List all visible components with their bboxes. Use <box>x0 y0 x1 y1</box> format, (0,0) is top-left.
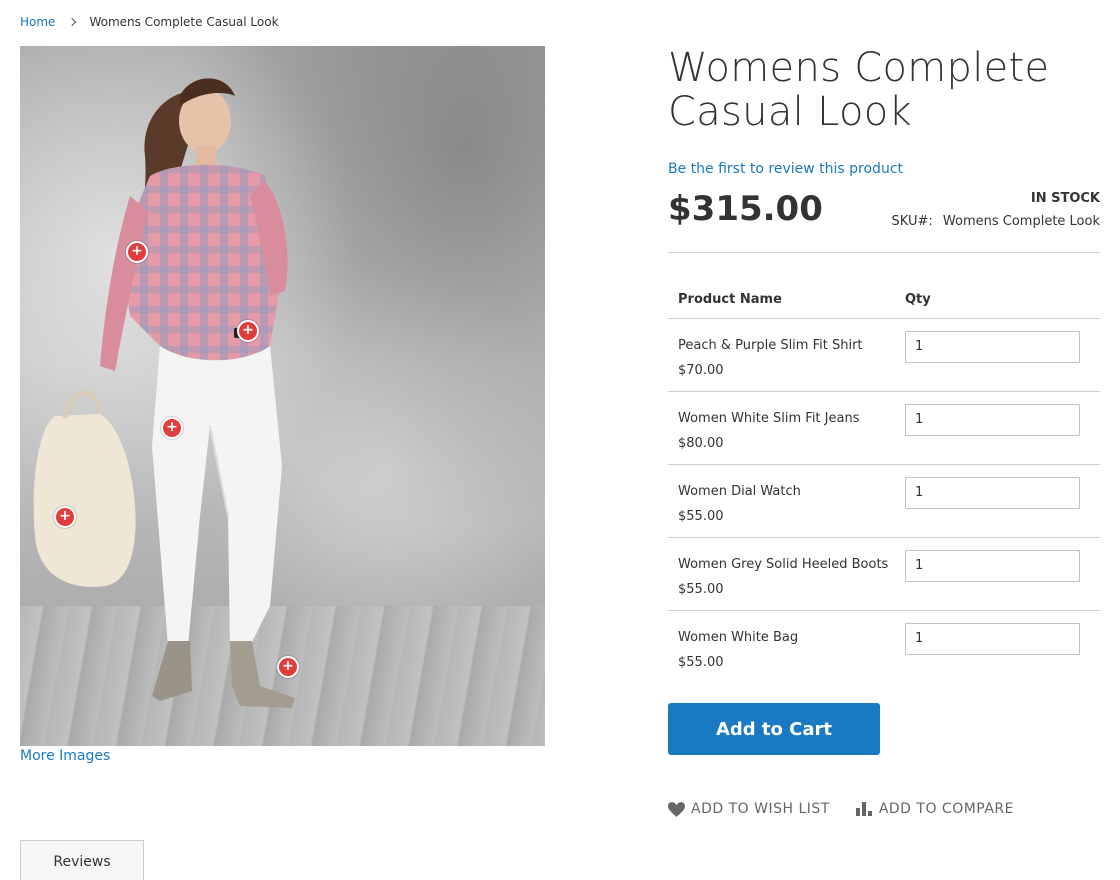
table-row: Women White Bag $55.00 <box>668 610 1100 683</box>
add-to-wishlist-link[interactable]: ADD TO WISH LIST <box>668 801 830 817</box>
qty-input[interactable] <box>905 476 1080 509</box>
hotspot-watch[interactable]: + <box>237 320 259 342</box>
product-social-actions: ADD TO WISH LIST ADD TO COMPARE <box>668 801 1014 817</box>
item-price: $55.00 <box>678 508 724 524</box>
sku-label: SKU#: <box>891 214 933 229</box>
hotspot-jeans[interactable]: + <box>161 417 183 439</box>
item-price: $55.00 <box>678 654 724 670</box>
product-title: Womens Complete Casual Look <box>668 45 1050 135</box>
qty-input[interactable] <box>905 403 1080 436</box>
hotspot-bag[interactable]: + <box>54 506 76 528</box>
breadcrumb-current: Womens Complete Casual Look <box>89 15 279 29</box>
product-image[interactable]: + + + + + <box>20 46 545 746</box>
tab-reviews[interactable]: Reviews <box>20 840 144 880</box>
item-name: Peach & Purple Slim Fit Shirt <box>678 337 863 353</box>
col-qty: Qty <box>905 281 1100 319</box>
heart-icon <box>668 801 685 817</box>
wishlist-label: ADD TO WISH LIST <box>691 801 830 817</box>
sku-value: Womens Complete Look <box>942 214 1100 229</box>
compare-label: ADD TO COMPARE <box>878 801 1014 817</box>
review-link[interactable]: Be the first to review this product <box>668 159 1100 179</box>
qty-input[interactable] <box>905 622 1080 655</box>
price-row: $315.00 IN STOCK SKU#: Womens Complete L… <box>668 189 1100 253</box>
item-name: Women Dial Watch <box>678 483 801 499</box>
table-row: Women Grey Solid Heeled Boots $55.00 <box>668 537 1100 611</box>
item-name: Women Grey Solid Heeled Boots <box>678 556 889 572</box>
sku: SKU#: Womens Complete Look <box>892 214 1100 230</box>
hotspot-shirt[interactable]: + <box>126 241 148 263</box>
col-product-name: Product Name <box>668 281 905 319</box>
chevron-right-icon <box>68 17 77 27</box>
product-info: Womens Complete Casual Look Be the first… <box>668 45 1100 817</box>
item-name: Women White Bag <box>678 629 799 645</box>
add-to-compare-link[interactable]: ADD TO COMPARE <box>855 801 1014 817</box>
item-name: Women White Slim Fit Jeans <box>678 410 860 426</box>
more-images-link[interactable]: More Images <box>20 746 110 766</box>
table-row: Women White Slim Fit Jeans $80.00 <box>668 391 1100 465</box>
add-to-cart-button[interactable]: Add to Cart <box>668 703 880 755</box>
bar-chart-icon <box>855 802 872 816</box>
qty-input[interactable] <box>905 549 1080 582</box>
breadcrumb-home-link[interactable]: Home <box>20 15 55 29</box>
breadcrumb: Home Womens Complete Casual Look <box>20 13 279 31</box>
hotspot-boots[interactable]: + <box>277 656 299 678</box>
item-price: $80.00 <box>678 435 724 451</box>
product-price: $315.00 <box>668 189 823 229</box>
stock-status: IN STOCK <box>1030 191 1100 206</box>
item-price: $70.00 <box>678 362 724 378</box>
item-price: $55.00 <box>678 581 724 597</box>
table-header-row: Product Name Qty <box>668 281 1100 319</box>
qty-input[interactable] <box>905 330 1080 363</box>
model-illustration <box>33 78 295 708</box>
table-row: Peach & Purple Slim Fit Shirt $70.00 <box>668 318 1100 392</box>
grouped-products-table: Product Name Qty Peach & Purple Slim Fit… <box>668 281 1100 683</box>
table-row: Women Dial Watch $55.00 <box>668 464 1100 538</box>
